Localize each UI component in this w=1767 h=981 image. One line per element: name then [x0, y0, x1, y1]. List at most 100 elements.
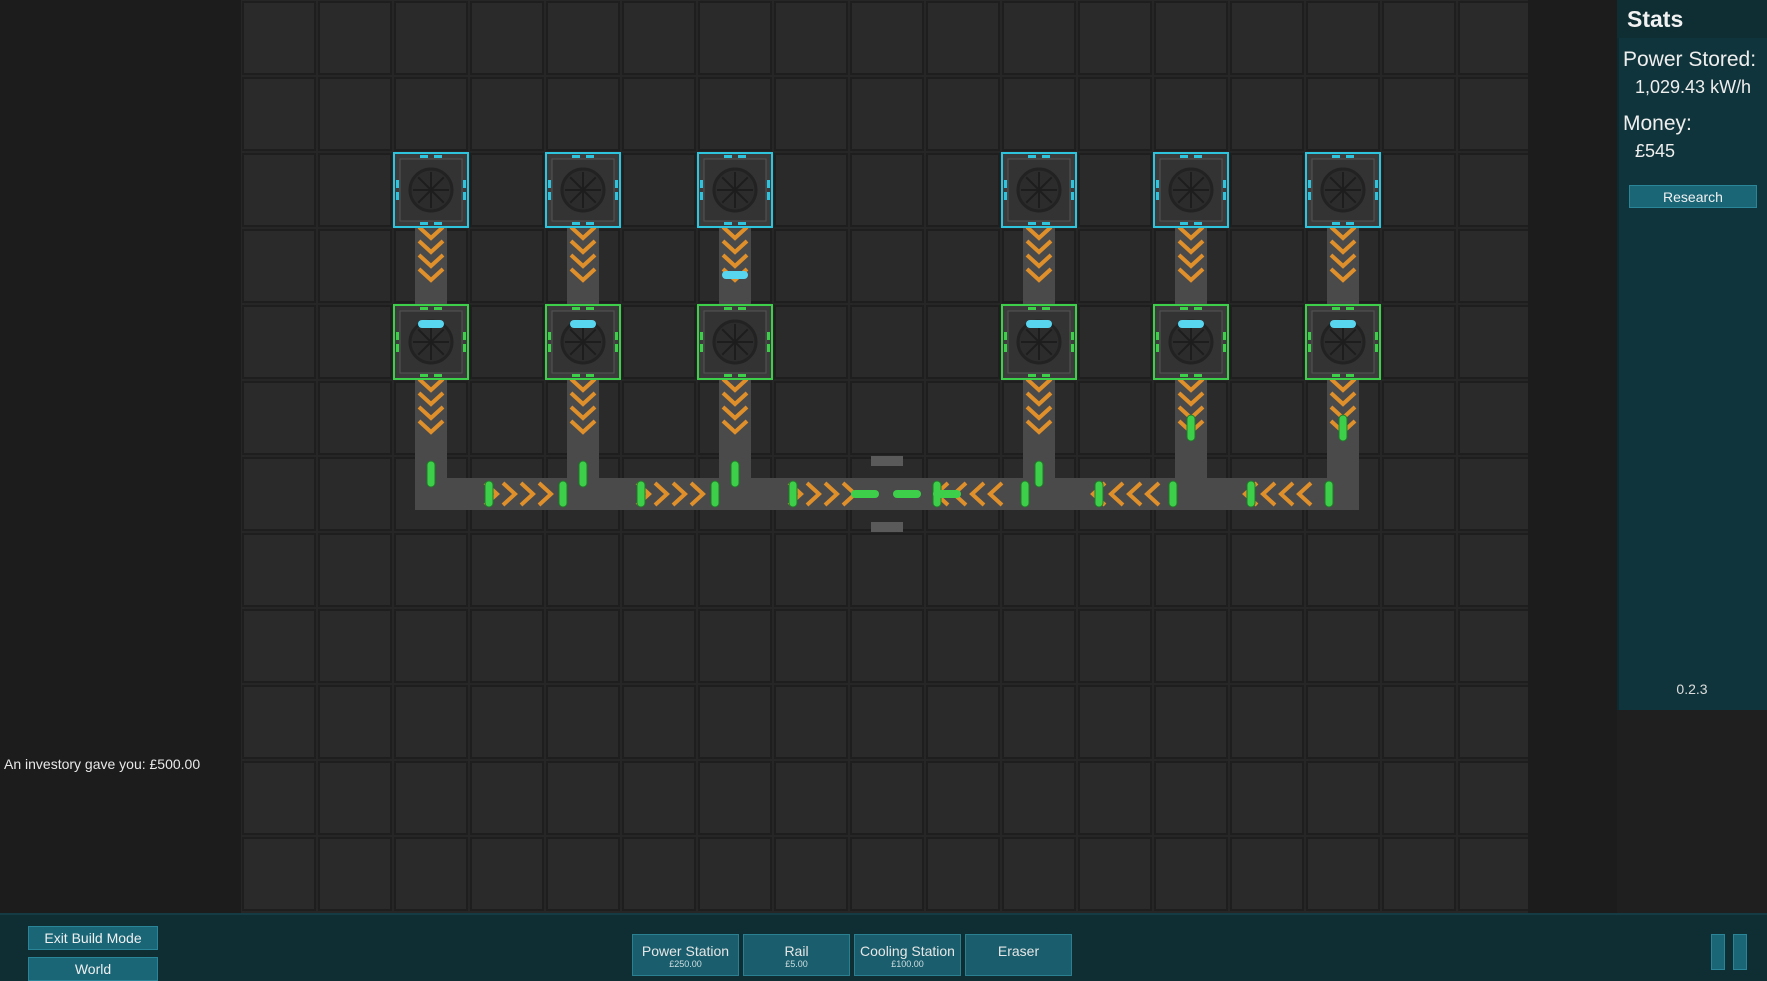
grid-cell: [1458, 305, 1528, 379]
grid-cell: [850, 609, 924, 683]
grid-cell: [1154, 837, 1228, 911]
indicator-light: [700, 192, 703, 200]
grid-cell: [1154, 609, 1228, 683]
grid-cell: [470, 153, 544, 227]
grid-cell: [1382, 761, 1456, 835]
grid-cell: [1002, 533, 1076, 607]
indicator-light: [586, 307, 594, 310]
grid-cell: [470, 229, 544, 303]
grid-cell: [926, 77, 1000, 151]
grid-cell: [698, 837, 772, 911]
grid-cell: [774, 837, 848, 911]
grid-cell: [926, 1, 1000, 75]
indicator-light: [1375, 332, 1378, 340]
indicator-light: [1308, 344, 1311, 352]
indicator-light: [463, 332, 466, 340]
grid-cell: [1078, 609, 1152, 683]
grid-cell: [470, 609, 544, 683]
grid-cell: [622, 381, 696, 455]
grid-cell: [774, 305, 848, 379]
energy-pill-icon: [1168, 480, 1178, 508]
grid-cell: [774, 533, 848, 607]
rail-button[interactable]: Rail £5.00: [743, 934, 850, 976]
grid-cell: [1458, 533, 1528, 607]
indicator-light: [420, 307, 428, 310]
grid-cell: [318, 685, 392, 759]
coolant-pill-icon: [570, 320, 596, 328]
energy-pill-icon: [893, 490, 921, 498]
grid-cell: [318, 381, 392, 455]
indicator-light: [548, 344, 551, 352]
indicator-light: [615, 344, 618, 352]
grid-board[interactable]: [241, 0, 1528, 913]
grid-cell: [850, 153, 924, 227]
indicator-light: [586, 222, 594, 225]
grid-cell: [1002, 685, 1076, 759]
energy-pill-icon: [1094, 480, 1104, 508]
energy-pill-icon: [1338, 414, 1348, 442]
rail-label: Rail: [784, 943, 809, 959]
grid-cell: [1382, 457, 1456, 531]
energy-pill-icon: [1034, 460, 1044, 488]
money-value: £545: [1635, 141, 1676, 161]
indicator-light: [738, 307, 746, 310]
grid-cell: [850, 533, 924, 607]
cooling-station-price: £100.00: [891, 959, 924, 969]
indicator-light: [615, 192, 618, 200]
grid-cell: [1230, 305, 1304, 379]
right-gutter: [1528, 0, 1617, 913]
grid-cell: [1382, 533, 1456, 607]
indicator-light: [586, 374, 594, 377]
grid-cell: [698, 77, 772, 151]
grid-cell: [242, 77, 316, 151]
energy-pill-icon: [1324, 480, 1334, 508]
energy-pill-icon: [426, 460, 436, 488]
grid-cell: [1002, 837, 1076, 911]
indicator-light: [700, 344, 703, 352]
grid-cell: [470, 685, 544, 759]
grid-cell: [318, 77, 392, 151]
notification-text: An investory gave you: £500.00: [4, 756, 201, 772]
grid-cell: [698, 1, 772, 75]
eraser-label: Eraser: [997, 943, 1040, 959]
indicator-light: [1071, 180, 1074, 188]
coolant-pill-icon: [1178, 320, 1204, 328]
indicator-light: [1042, 155, 1050, 158]
grid-cell: [394, 77, 468, 151]
power-stored-value: 1,029.43 kW/h: [1635, 77, 1752, 97]
indicator-light: [1028, 222, 1036, 225]
indicator-light: [1332, 155, 1340, 158]
coolant-pill-icon: [418, 320, 444, 328]
grid-cell: [774, 609, 848, 683]
build-grid[interactable]: [241, 0, 1528, 913]
indicator-light: [767, 192, 770, 200]
pause-button[interactable]: [1711, 934, 1749, 970]
cooling-station-button[interactable]: Cooling Station £100.00: [854, 934, 961, 976]
grid-cell: [1078, 153, 1152, 227]
grid-cell: [622, 305, 696, 379]
indicator-light: [1180, 155, 1188, 158]
bottom-toolbar: Exit Build Mode World Power Station £250…: [0, 913, 1767, 981]
grid-cell: [1458, 457, 1528, 531]
power-station-button[interactable]: Power Station £250.00: [632, 934, 739, 976]
world-button[interactable]: World: [28, 957, 158, 981]
grid-cell: [1078, 1, 1152, 75]
grid-cell: [622, 229, 696, 303]
eraser-button[interactable]: Eraser: [965, 934, 1072, 976]
rail-price: £5.00: [785, 959, 808, 969]
research-button[interactable]: Research: [1629, 185, 1757, 208]
grid-cell: [1458, 609, 1528, 683]
exit-build-mode-button[interactable]: Exit Build Mode: [28, 926, 158, 950]
grid-cell: [1078, 77, 1152, 151]
grid-cell: [926, 153, 1000, 227]
grid-cell: [698, 685, 772, 759]
indicator-light: [615, 332, 618, 340]
grid-cell: [242, 1, 316, 75]
indicator-light: [1028, 374, 1036, 377]
indicator-light: [1308, 192, 1311, 200]
energy-pill-icon: [788, 480, 798, 508]
energy-pill-icon: [484, 480, 494, 508]
grid-cell: [1230, 609, 1304, 683]
indicator-light: [396, 344, 399, 352]
grid-cell: [546, 77, 620, 151]
